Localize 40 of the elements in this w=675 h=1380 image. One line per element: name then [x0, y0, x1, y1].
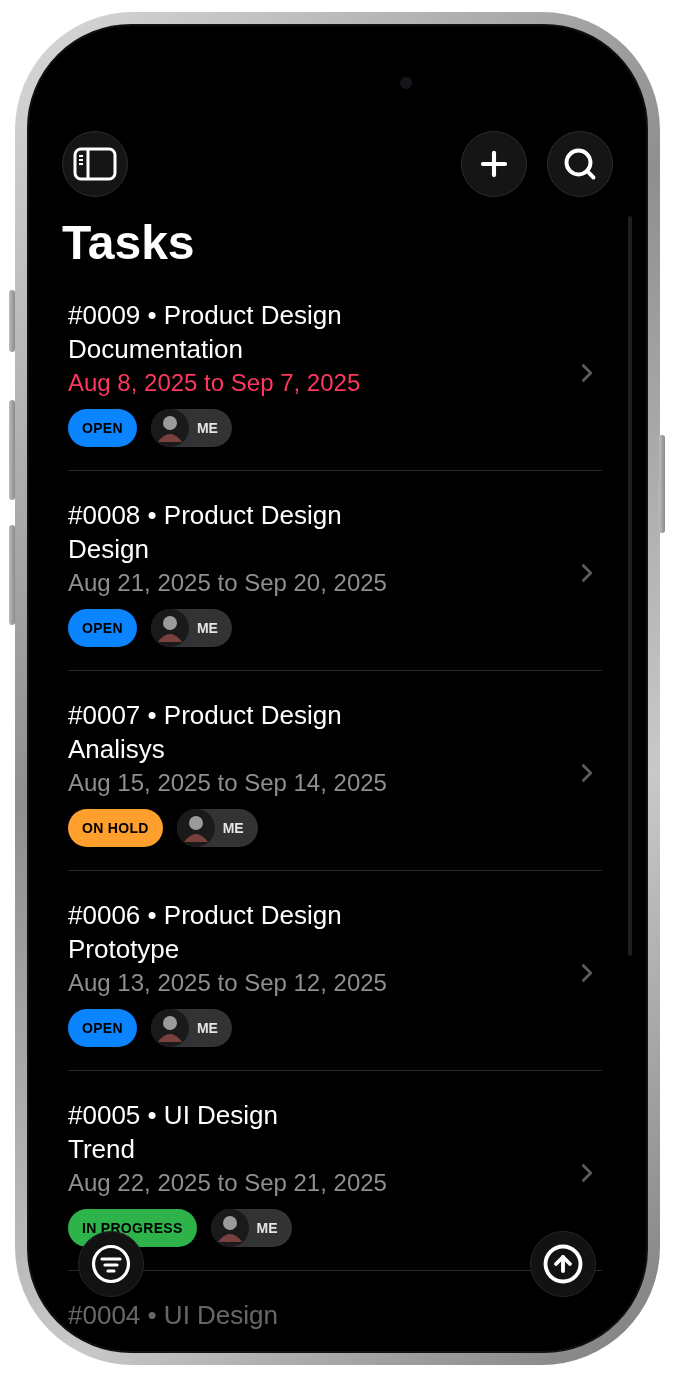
task-row[interactable]: #0009 • Product Design Documentation Aug 8, 2025 to Sep 7, 2025 OPEN ME — [68, 271, 602, 471]
avatar — [150, 609, 189, 647]
status-badge: OPEN — [68, 609, 137, 647]
arrow-up-icon — [542, 1243, 584, 1285]
task-title: #0009 • Product Design — [68, 299, 342, 332]
assignee-name: ME — [196, 420, 218, 436]
task-title: #0007 • Product Design — [68, 699, 342, 732]
task-title: #0004 • UI Design — [68, 1299, 278, 1332]
task-subtitle: Design — [68, 533, 149, 566]
status-badge: ON HOLD — [68, 809, 163, 847]
assignee-name: ME — [196, 1020, 218, 1036]
task-title: #0008 • Product Design — [68, 499, 342, 532]
task-title: #0006 • Product Design — [68, 899, 342, 932]
task-row[interactable]: #0006 • Product Design Prototype Aug 13, 2025 to Sep 12, 2025 OPEN ME — [68, 871, 602, 1071]
avatar — [176, 809, 215, 847]
task-title: #0005 • UI Design — [68, 1099, 278, 1132]
page-title: Tasks — [62, 215, 195, 271]
task-subtitle: Analisys — [68, 733, 165, 766]
assignee-name: ME — [222, 820, 244, 836]
status-badge: OPEN — [68, 409, 137, 447]
search-icon — [562, 146, 598, 182]
sidebar-icon — [73, 147, 117, 181]
status-badge: OPEN — [68, 1009, 137, 1047]
avatar — [150, 409, 189, 447]
task-subtitle: Prototype — [68, 933, 180, 966]
avatar — [210, 1209, 249, 1247]
task-row[interactable]: #0007 • Product Design Analisys Aug 15, 2025 to Sep 14, 2025 ON HOLD ME — [68, 671, 602, 871]
task-dates: Aug 13, 2025 to Sep 12, 2025 — [68, 968, 387, 998]
filter-icon — [91, 1244, 131, 1284]
avatar — [150, 1009, 189, 1047]
task-subtitle: Documentation — [68, 333, 243, 366]
assignee-name: ME — [196, 620, 218, 636]
task-dates: Aug 21, 2025 to Sep 20, 2025 — [68, 568, 387, 598]
camera — [400, 77, 412, 89]
assignee-name: ME — [256, 1220, 278, 1236]
task-subtitle: Trend — [68, 1133, 135, 1166]
task-dates: Aug 15, 2025 to Sep 14, 2025 — [68, 768, 387, 798]
task-dates: Aug 8, 2025 to Sep 7, 2025 — [68, 368, 361, 398]
task-dates: Aug 22, 2025 to Sep 21, 2025 — [68, 1168, 387, 1198]
task-row[interactable]: #0008 • Product Design Design Aug 21, 2025 to Sep 20, 2025 OPEN ME — [68, 471, 602, 671]
